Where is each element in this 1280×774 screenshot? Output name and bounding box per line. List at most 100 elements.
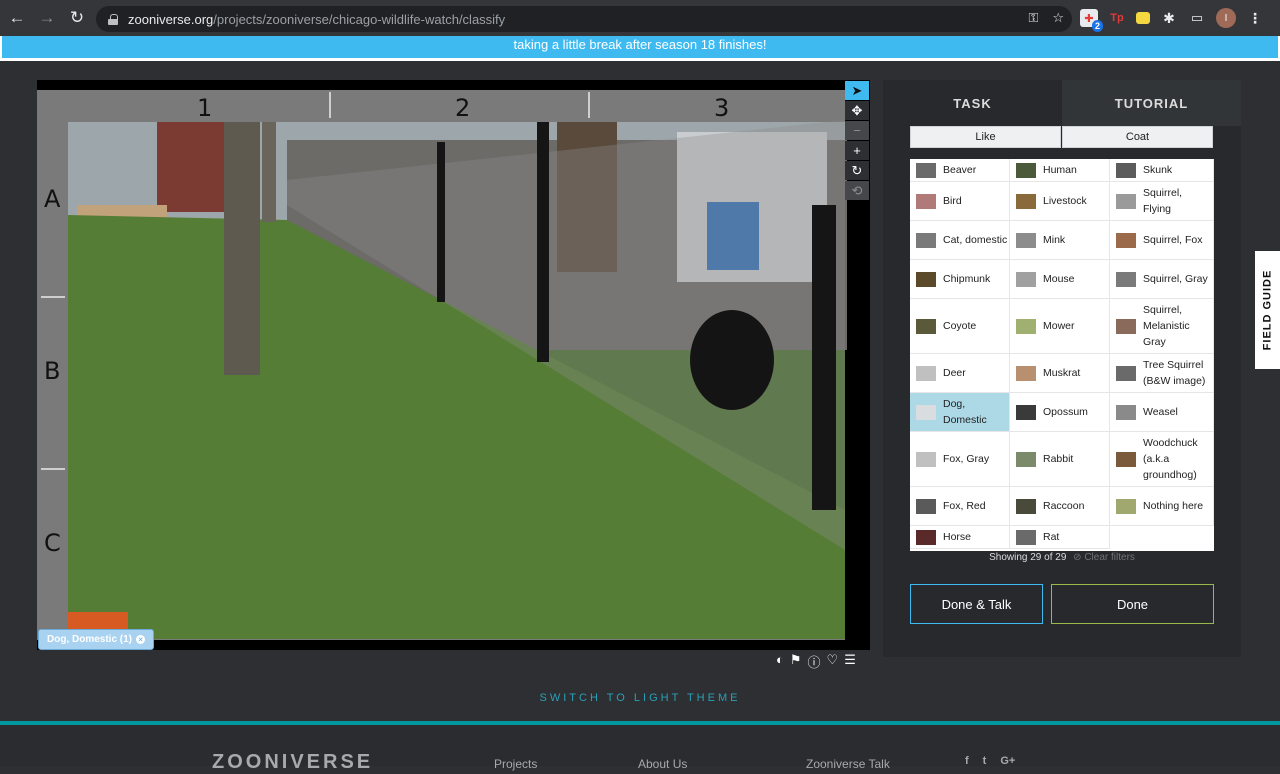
address-bar[interactable]: zooniverse.org/projects/zooniverse/chica…: [96, 6, 1072, 32]
species-choice[interactable]: Squirrel, Flying: [1110, 182, 1214, 221]
pointer-icon[interactable]: ➤: [845, 81, 869, 100]
favorite-heart-icon[interactable]: ♡: [827, 652, 839, 671]
species-choice[interactable]: Muskrat: [1010, 354, 1110, 393]
species-label: Mouse: [1043, 273, 1075, 285]
viewer-toolbar: ➤ ✥ − + ↻ ⟲: [845, 81, 870, 201]
facebook-icon[interactable]: f: [965, 755, 969, 767]
cast-icon[interactable]: ▭: [1188, 9, 1206, 27]
collections-list-icon[interactable]: ☰: [844, 652, 856, 671]
species-choice[interactable]: Coyote: [910, 299, 1010, 354]
species-choice[interactable]: Rat: [1010, 526, 1110, 549]
info-icon[interactable]: ⓘ: [808, 652, 821, 671]
species-choice[interactable]: Woodchuck (a.k.a groundhog): [1110, 432, 1214, 487]
key-icon[interactable]: ⚿: [1028, 10, 1038, 26]
species-label: Beaver: [943, 164, 977, 176]
species-choice[interactable]: Mouse: [1010, 260, 1110, 299]
extension-tp-icon[interactable]: Tp: [1108, 9, 1126, 27]
bookmark-star-icon[interactable]: ☆: [1052, 10, 1064, 26]
species-thumbnail: [916, 318, 936, 334]
species-choice[interactable]: Horse: [910, 526, 1010, 549]
menu-kebab-icon[interactable]: ⋮: [1246, 9, 1264, 27]
species-choice[interactable]: Bird: [910, 182, 1010, 221]
clear-filters-link[interactable]: ⊘ Clear filters: [1073, 552, 1135, 563]
species-choice[interactable]: Rabbit: [1010, 432, 1110, 487]
species-choice[interactable]: Mink: [1010, 221, 1110, 260]
species-label: Squirrel, Melanistic Gray: [1143, 304, 1190, 348]
showing-count: Showing 29 of 29: [989, 552, 1067, 563]
species-choice[interactable]: Human: [1010, 159, 1110, 182]
done-and-talk-button[interactable]: Done & Talk: [910, 584, 1043, 624]
selected-mark-chip[interactable]: Dog, Domestic (1) ✕: [38, 629, 155, 650]
mark-chip-label: Dog, Domestic (1): [47, 634, 133, 645]
back-arrow-icon[interactable]: ←: [4, 5, 30, 31]
zoom-out-icon[interactable]: −: [845, 121, 869, 140]
species-thumbnail: [1116, 271, 1136, 287]
species-thumbnail: [1116, 451, 1136, 467]
flag-icon[interactable]: ⚑: [790, 652, 802, 671]
tab-tutorial[interactable]: TUTORIAL: [1062, 80, 1241, 126]
species-choice[interactable]: Chipmunk: [910, 260, 1010, 299]
subject-viewer[interactable]: 1 2 3 A B C: [37, 80, 870, 650]
species-choice[interactable]: Opossum: [1010, 393, 1110, 432]
zoom-in-icon[interactable]: +: [845, 141, 869, 160]
species-choice[interactable]: Deer: [910, 354, 1010, 393]
tab-task[interactable]: TASK: [883, 80, 1062, 126]
species-thumbnail: [1016, 451, 1036, 467]
switch-theme-link[interactable]: SWITCH TO LIGHT THEME: [0, 692, 1280, 704]
photo-fence-post: [537, 122, 549, 362]
footer-link-about[interactable]: About Us: [638, 757, 687, 771]
puzzle-extensions-icon[interactable]: ✱: [1160, 9, 1178, 27]
remove-mark-icon[interactable]: ✕: [136, 635, 146, 644]
species-label: Livestock: [1043, 195, 1087, 207]
filter-coat-button[interactable]: Coat: [1062, 126, 1213, 148]
species-label: Mower: [1043, 320, 1075, 332]
species-choice[interactable]: Tree Squirrel (B&W image): [1110, 354, 1214, 393]
extension-shield-icon[interactable]: ✚ 2: [1080, 9, 1103, 32]
photo-fence-post-2: [437, 142, 445, 302]
twitter-icon[interactable]: t: [983, 755, 987, 767]
species-choice[interactable]: Mower: [1010, 299, 1110, 354]
profile-avatar[interactable]: I: [1216, 8, 1236, 28]
species-choice[interactable]: Livestock: [1010, 182, 1110, 221]
species-label: Coyote: [943, 320, 977, 332]
species-choice[interactable]: Weasel: [1110, 393, 1214, 432]
species-choice[interactable]: Skunk: [1110, 159, 1214, 182]
footer-link-talk[interactable]: Zooniverse Talk: [806, 757, 890, 771]
species-choice[interactable]: Beaver: [910, 159, 1010, 182]
reload-icon[interactable]: ↻: [64, 5, 90, 31]
announcement-banner: taking a little break after season 18 fi…: [0, 36, 1280, 61]
grid-row-label: B: [44, 357, 61, 385]
move-arrows-icon[interactable]: ✥: [845, 101, 869, 120]
species-thumbnail: [916, 162, 936, 178]
forward-arrow-icon[interactable]: →: [34, 5, 60, 31]
species-label: Bird: [943, 195, 962, 207]
done-button[interactable]: Done: [1051, 584, 1214, 624]
invert-icon[interactable]: ◐: [776, 652, 784, 671]
footer-link-projects[interactable]: Projects: [494, 757, 537, 771]
google-plus-icon[interactable]: G+: [1000, 755, 1015, 767]
extension-note-icon[interactable]: [1136, 12, 1150, 24]
species-label: Tree Squirrel (B&W image): [1143, 359, 1206, 387]
field-guide-tab[interactable]: FIELD GUIDE: [1255, 251, 1280, 369]
species-choice[interactable]: Dog, Domestic: [910, 393, 1010, 432]
species-thumbnail: [916, 529, 936, 545]
species-choice[interactable]: Squirrel, Gray: [1110, 260, 1214, 299]
species-choice[interactable]: Fox, Gray: [910, 432, 1010, 487]
species-label: Raccoon: [1043, 500, 1085, 512]
reset-icon[interactable]: ⟲: [845, 181, 869, 200]
filter-like-button[interactable]: Like: [910, 126, 1061, 148]
species-choice[interactable]: Cat, domestic: [910, 221, 1010, 260]
species-choice[interactable]: Raccoon: [1010, 487, 1110, 526]
species-choice[interactable]: Nothing here: [1110, 487, 1214, 526]
species-label: Fox, Red: [943, 500, 986, 512]
rotate-icon[interactable]: ↻: [845, 161, 869, 180]
lock-icon: [108, 13, 118, 25]
species-choice[interactable]: Fox, Red: [910, 487, 1010, 526]
species-thumbnail: [1016, 271, 1036, 287]
grid-row-label: A: [44, 185, 61, 213]
species-choice[interactable]: Squirrel, Melanistic Gray: [1110, 299, 1214, 354]
zooniverse-logo[interactable]: ZOONIVERSE: [212, 751, 373, 774]
clear-filters-label: Clear filters: [1084, 552, 1135, 563]
subject-image[interactable]: [37, 80, 870, 650]
species-choice[interactable]: Squirrel, Fox: [1110, 221, 1214, 260]
